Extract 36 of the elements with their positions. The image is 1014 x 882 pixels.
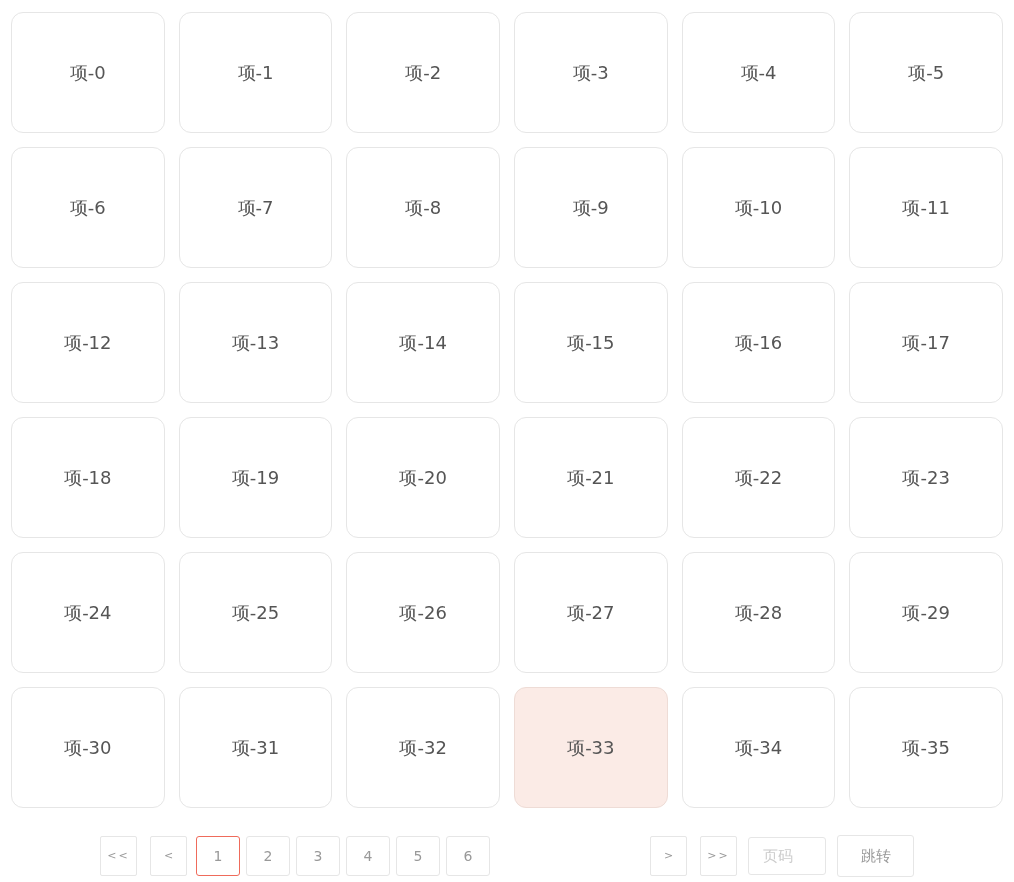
item-card[interactable]: 项-17 bbox=[849, 282, 1003, 403]
item-card[interactable]: 项-32 bbox=[346, 687, 500, 808]
item-card[interactable]: 项-9 bbox=[514, 147, 668, 268]
item-card[interactable]: 项-27 bbox=[514, 552, 668, 673]
item-card[interactable]: 项-18 bbox=[11, 417, 165, 538]
item-card[interactable]: 项-2 bbox=[346, 12, 500, 133]
item-card[interactable]: 项-11 bbox=[849, 147, 1003, 268]
item-card[interactable]: 项-4 bbox=[681, 12, 836, 133]
item-card[interactable]: 项-35 bbox=[849, 687, 1003, 808]
item-card[interactable]: 项-10 bbox=[681, 147, 836, 268]
item-card[interactable]: 项-23 bbox=[849, 417, 1003, 538]
item-card[interactable]: 项-34 bbox=[681, 687, 836, 808]
item-card[interactable]: 项-24 bbox=[11, 552, 165, 673]
item-card[interactable]: 项-30 bbox=[11, 687, 165, 808]
item-card[interactable]: 项-28 bbox=[681, 552, 836, 673]
item-card[interactable]: 项-3 bbox=[514, 12, 668, 133]
item-card[interactable]: 项-5 bbox=[849, 12, 1003, 133]
item-card[interactable]: 项-22 bbox=[681, 417, 836, 538]
item-card[interactable]: 项-20 bbox=[346, 417, 500, 538]
item-card[interactable]: 项-33 bbox=[514, 687, 668, 808]
item-card[interactable]: 项-15 bbox=[514, 282, 668, 403]
item-card[interactable]: 项-13 bbox=[178, 282, 333, 403]
item-card[interactable]: 项-21 bbox=[514, 417, 668, 538]
item-card[interactable]: 项-12 bbox=[11, 282, 165, 403]
item-card[interactable]: 项-29 bbox=[849, 552, 1003, 673]
item-card[interactable]: 项-1 bbox=[178, 12, 333, 133]
item-card[interactable]: 项-26 bbox=[346, 552, 500, 673]
item-card[interactable]: 项-14 bbox=[346, 282, 500, 403]
item-card[interactable]: 项-25 bbox=[178, 552, 333, 673]
item-card[interactable]: 项-31 bbox=[178, 687, 333, 808]
item-card[interactable]: 项-19 bbox=[178, 417, 333, 538]
item-card[interactable]: 项-8 bbox=[346, 147, 500, 268]
item-card[interactable]: 项-7 bbox=[178, 147, 333, 268]
item-card[interactable]: 项-16 bbox=[681, 282, 836, 403]
item-card[interactable]: 项-6 bbox=[11, 147, 165, 268]
item-card[interactable]: 项-0 bbox=[11, 12, 165, 133]
